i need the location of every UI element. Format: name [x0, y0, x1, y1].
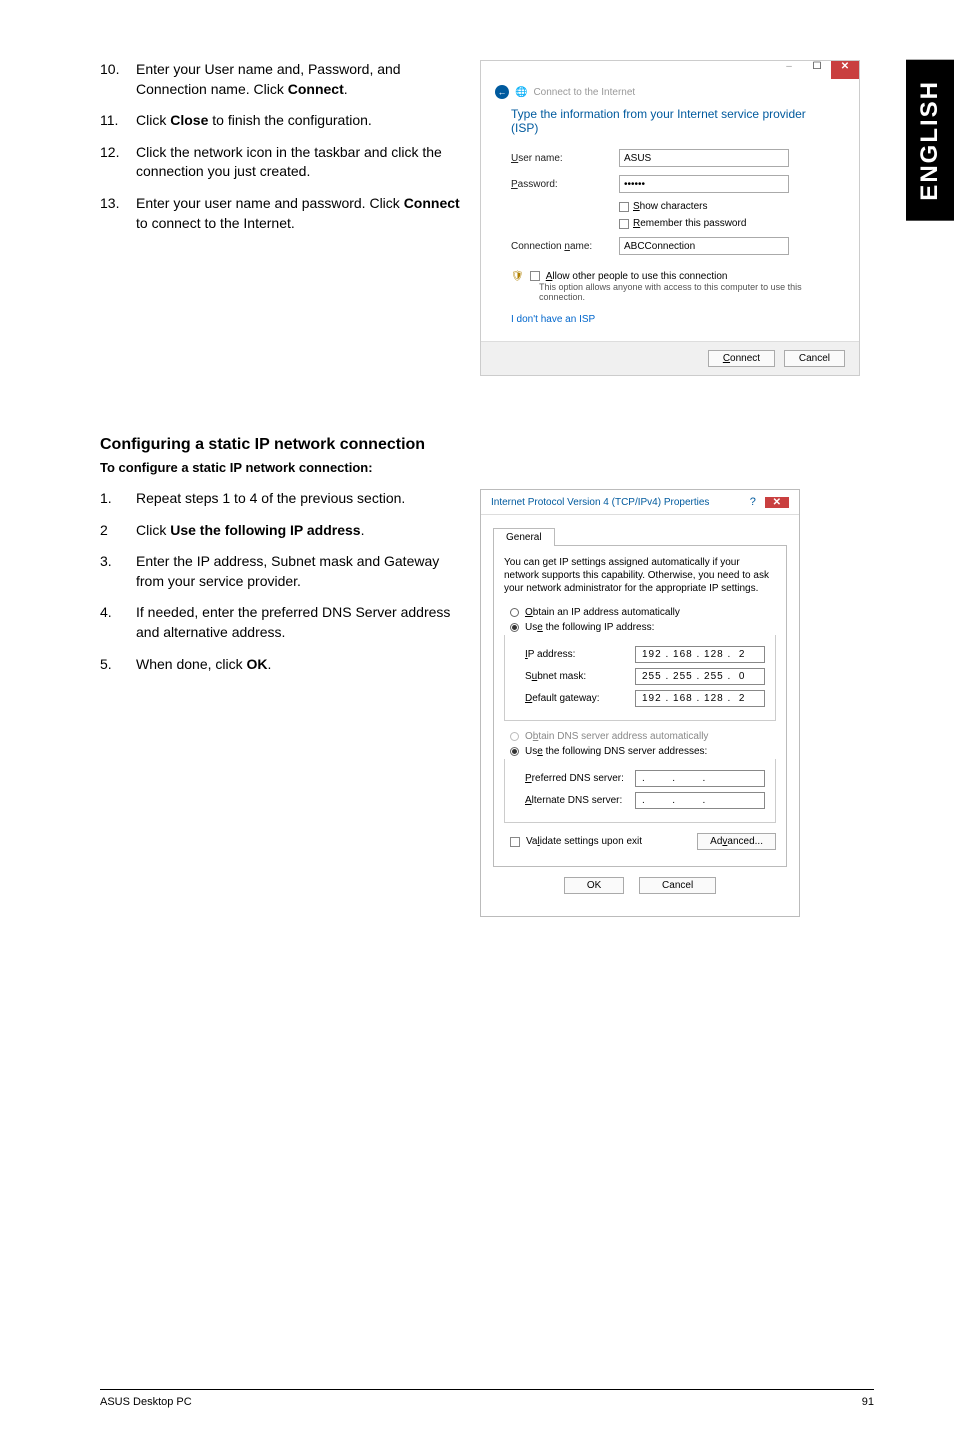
- connection-name-label: Connection name:: [511, 241, 611, 252]
- gateway-label: Default gateway:: [525, 693, 600, 704]
- footer-left: ASUS Desktop PC: [100, 1396, 192, 1408]
- back-label: Connect to the Internet: [533, 87, 635, 98]
- password-input[interactable]: [619, 175, 789, 193]
- radio-auto-dns: [510, 732, 519, 741]
- steps-list-1: 10. Enter your User name and, Password, …: [100, 60, 460, 376]
- step-text: Click Use the following IP address.: [136, 521, 460, 541]
- radio-auto-dns-label: Obtain DNS server address automatically: [525, 731, 708, 742]
- username-input[interactable]: [619, 149, 789, 167]
- step-text: Enter your User name and, Password, and …: [136, 60, 460, 99]
- tab-general[interactable]: General: [493, 528, 555, 546]
- step2-1: 1. Repeat steps 1 to 4 of the previous s…: [100, 489, 460, 509]
- step2-4: 4. If needed, enter the preferred DNS Se…: [100, 603, 460, 642]
- top-section: 10. Enter your User name and, Password, …: [100, 60, 874, 376]
- step-13: 13. Enter your user name and password. C…: [100, 194, 460, 233]
- step2-2: 2 Click Use the following IP address.: [100, 521, 460, 541]
- ip-address-input[interactable]: [635, 646, 765, 663]
- footer-page-number: 91: [862, 1396, 874, 1408]
- pref-dns-input[interactable]: [635, 770, 765, 787]
- show-chars-checkbox[interactable]: [619, 202, 629, 212]
- radio-use-ip[interactable]: [510, 623, 519, 632]
- step-11: 11. Click Close to finish the configurat…: [100, 111, 460, 131]
- shield-icon: 🛡: [511, 271, 524, 282]
- step2-3: 3. Enter the IP address, Subnet mask and…: [100, 552, 460, 591]
- pref-dns-label: Preferred DNS server:: [525, 773, 624, 784]
- password-label: Password:: [511, 179, 611, 190]
- connect-internet-dialog: – ☐ ✕ ← 🌐 Connect to the Internet Type t…: [480, 60, 860, 376]
- section2-heading: Configuring a static IP network connecti…: [100, 436, 874, 454]
- no-isp-link[interactable]: I don't have an ISP: [511, 314, 829, 325]
- page-footer: ASUS Desktop PC 91: [100, 1389, 874, 1408]
- radio-use-dns-label: Use the following DNS server addresses:: [525, 746, 707, 757]
- minimize-icon[interactable]: –: [775, 61, 803, 79]
- section2-sub: To configure a static IP network connect…: [100, 460, 874, 475]
- help-icon[interactable]: ?: [750, 496, 756, 508]
- allow-checkbox[interactable]: [530, 271, 540, 281]
- validate-label: Validate settings upon exit: [526, 836, 642, 847]
- steps-list-2: 1. Repeat steps 1 to 4 of the previous s…: [100, 489, 460, 917]
- step-number: 10.: [100, 60, 136, 99]
- alt-dns-input[interactable]: [635, 792, 765, 809]
- step-number: 5.: [100, 655, 136, 675]
- cancel-button[interactable]: Cancel: [639, 877, 716, 894]
- show-chars-label: Show characters: [633, 201, 707, 212]
- remember-checkbox[interactable]: [619, 219, 629, 229]
- dialog2-screenshot: Internet Protocol Version 4 (TCP/IPv4) P…: [480, 489, 874, 917]
- radio-auto-ip-label: Obtain an IP address automatically: [525, 607, 680, 618]
- bottom-section: 1. Repeat steps 1 to 4 of the previous s…: [100, 489, 874, 917]
- step-number: 11.: [100, 111, 136, 131]
- step-number: 4.: [100, 603, 136, 642]
- radio-use-dns[interactable]: [510, 747, 519, 756]
- step-12: 12. Click the network icon in the taskba…: [100, 143, 460, 182]
- connect-button[interactable]: Connect: [708, 350, 775, 367]
- step-text: Click Close to finish the configuration.: [136, 111, 460, 131]
- cancel-button[interactable]: Cancel: [784, 350, 845, 367]
- allow-label: Allow other people to use this connectio…: [546, 271, 728, 282]
- radio-auto-ip[interactable]: [510, 608, 519, 617]
- back-header: ← 🌐 Connect to the Internet: [481, 79, 859, 105]
- dialog2-title: Internet Protocol Version 4 (TCP/IPv4) P…: [491, 497, 709, 508]
- step-text: Enter the IP address, Subnet mask and Ga…: [136, 552, 460, 591]
- advanced-button[interactable]: Advanced...: [697, 833, 776, 850]
- subnet-mask-label: Subnet mask:: [525, 671, 586, 682]
- step-number: 3.: [100, 552, 136, 591]
- dialog2-desc: You can get IP settings assigned automat…: [504, 556, 776, 595]
- alt-dns-label: Alternate DNS server:: [525, 795, 622, 806]
- remember-label: Remember this password: [633, 218, 746, 229]
- titlebar: – ☐ ✕: [481, 61, 859, 79]
- subnet-mask-input[interactable]: [635, 668, 765, 685]
- ip-address-label: IP address:: [525, 649, 575, 660]
- step-text: Repeat steps 1 to 4 of the previous sect…: [136, 489, 460, 509]
- show-chars-row: Show characters: [619, 201, 829, 212]
- step-number: 1.: [100, 489, 136, 509]
- back-arrow-icon[interactable]: ←: [495, 85, 509, 99]
- step-number: 2: [100, 521, 136, 541]
- step-10: 10. Enter your User name and, Password, …: [100, 60, 460, 99]
- maximize-icon[interactable]: ☐: [803, 61, 831, 79]
- remember-row: Remember this password: [619, 218, 829, 229]
- language-tab: ENGLISH: [906, 60, 954, 221]
- ok-button[interactable]: OK: [564, 877, 624, 894]
- step-text: Click the network icon in the taskbar an…: [136, 143, 460, 182]
- close-icon[interactable]: ✕: [765, 497, 789, 508]
- dialog2-titlebar: Internet Protocol Version 4 (TCP/IPv4) P…: [481, 490, 799, 515]
- dialog-heading: Type the information from your Internet …: [511, 107, 829, 135]
- step-text: When done, click OK.: [136, 655, 460, 675]
- dialog1-screenshot: – ☐ ✕ ← 🌐 Connect to the Internet Type t…: [480, 60, 874, 376]
- username-label: User name:: [511, 153, 611, 164]
- ipv4-properties-dialog: Internet Protocol Version 4 (TCP/IPv4) P…: [480, 489, 800, 917]
- step-number: 12.: [100, 143, 136, 182]
- step-text: If needed, enter the preferred DNS Serve…: [136, 603, 460, 642]
- validate-checkbox[interactable]: [510, 837, 520, 847]
- allow-sub: This option allows anyone with access to…: [539, 282, 829, 302]
- step-number: 13.: [100, 194, 136, 233]
- connection-name-input[interactable]: [619, 237, 789, 255]
- close-icon[interactable]: ✕: [831, 61, 859, 79]
- step2-5: 5. When done, click OK.: [100, 655, 460, 675]
- radio-use-ip-label: Use the following IP address:: [525, 622, 654, 633]
- gateway-input[interactable]: [635, 690, 765, 707]
- step-text: Enter your user name and password. Click…: [136, 194, 460, 233]
